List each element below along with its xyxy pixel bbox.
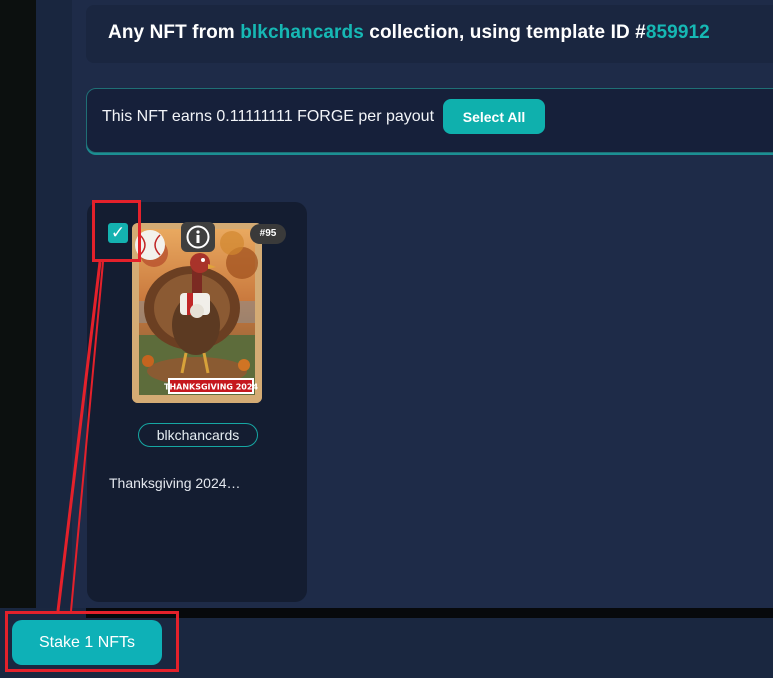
banner-text: THANKSGIVING 2024 bbox=[164, 383, 258, 392]
collection-badge[interactable]: blkchancards bbox=[138, 423, 258, 447]
select-all-button[interactable]: Select All bbox=[443, 99, 545, 134]
nft-id-badge: #95 bbox=[250, 224, 286, 244]
heading-template-id: 859912 bbox=[645, 22, 710, 43]
info-icon-glyph bbox=[186, 225, 210, 249]
heading-collection: blkchancards bbox=[240, 22, 364, 43]
left-panel bbox=[36, 0, 72, 678]
page-heading: Any NFT from blkchancards collection, us… bbox=[108, 22, 710, 44]
checkbox-highlight bbox=[92, 200, 141, 262]
footer-divider bbox=[86, 608, 773, 618]
info-icon[interactable] bbox=[181, 222, 215, 252]
nft-name: Thanksgiving 2024… bbox=[109, 475, 241, 491]
left-edge bbox=[0, 0, 36, 678]
heading-middle: collection, using template ID # bbox=[369, 22, 646, 43]
stake-highlight bbox=[5, 611, 179, 672]
heading-prefix: Any NFT from bbox=[108, 22, 235, 43]
earnings-text: This NFT earns 0.11111111 FORGE per payo… bbox=[102, 108, 435, 125]
